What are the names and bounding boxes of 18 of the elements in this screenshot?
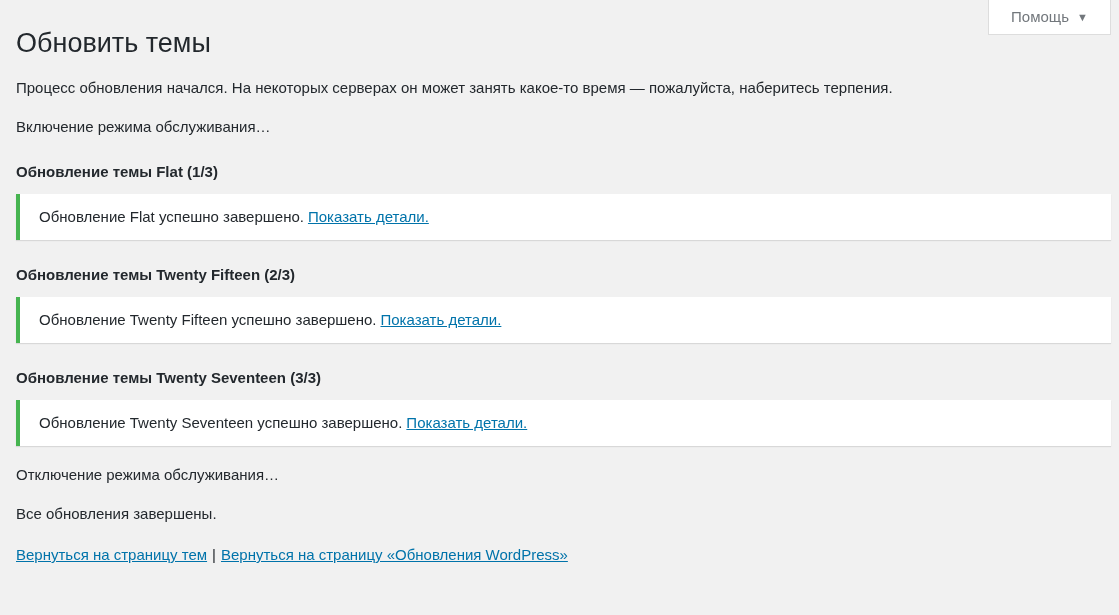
help-button[interactable]: Помощь ▼ xyxy=(988,0,1111,35)
update-heading: Обновление темы Twenty Seventeen (3/3) xyxy=(16,368,321,388)
update-heading: Обновление темы Flat (1/3) xyxy=(16,162,218,182)
status-text: Все обновления завершены. xyxy=(16,504,217,524)
show-details-link[interactable]: Показать детали. xyxy=(380,310,502,330)
show-details-link[interactable]: Показать детали. xyxy=(307,207,429,227)
status-text: Процесс обновления начался. На некоторых серверах он может занять какое-то время — пожалуйста, наберитесь терпения. xyxy=(16,78,893,98)
back-link[interactable]: Вернуться на страницу «Обновления WordPress» xyxy=(221,545,568,565)
notice-text: Обновление Twenty Fifteen успешно завершено. xyxy=(39,310,377,330)
separator: | xyxy=(212,545,216,565)
notice-text: Обновление Flat успешно завершено. xyxy=(39,207,304,227)
status-text: Отключение режима обслуживания… xyxy=(16,465,280,485)
show-details-link[interactable]: Показать детали. xyxy=(406,413,528,433)
status-text: Включение режима обслуживания… xyxy=(16,117,271,137)
page-title: Обновить темы xyxy=(16,27,211,59)
update-heading: Обновление темы Twenty Fifteen (2/3) xyxy=(16,265,296,285)
back-link[interactable]: Вернуться на страницу тем xyxy=(16,545,208,565)
notice-text: Обновление Twenty Seventeen успешно завершено. xyxy=(39,413,403,433)
